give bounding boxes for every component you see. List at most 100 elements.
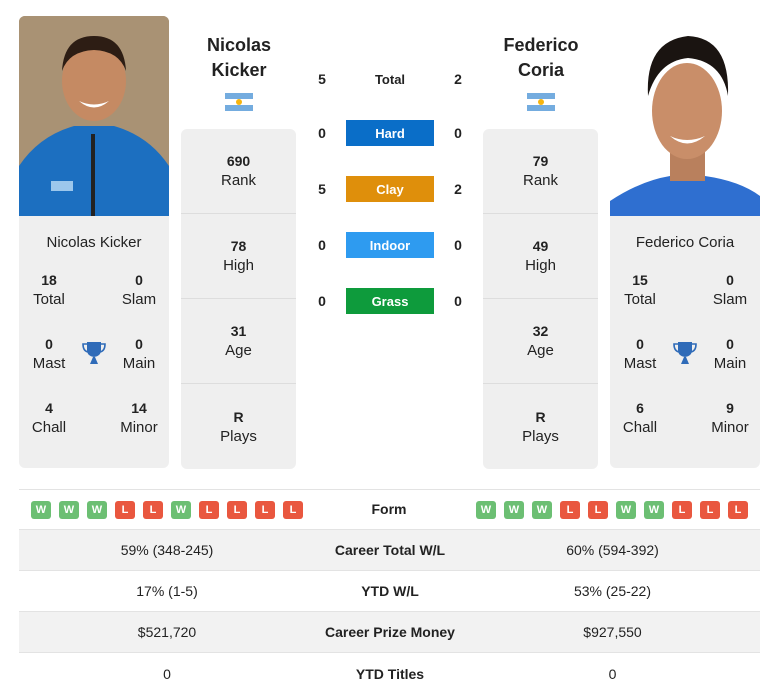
- player2-titles-main: 0 Main: [713, 336, 747, 372]
- comparison-label: YTD W/L: [361, 583, 419, 599]
- player1-titles-mast: 0 Mast: [32, 336, 66, 372]
- form-win-badge[interactable]: W: [644, 501, 664, 519]
- player2-stats: 79 Rank 49 High 32 Age R Plays: [483, 129, 598, 469]
- h2h-clay-row: 5 Clay 2: [310, 176, 470, 202]
- player2-value: 60% (594-392): [566, 542, 659, 558]
- comparison-row: 59% (348-245) Career Total W/L 60% (594-39…: [19, 530, 760, 571]
- player2-titles-total: 15 Total: [624, 272, 656, 308]
- player1-full-name[interactable]: Nicolas Kicker: [19, 234, 169, 254]
- surface-badge-indoor[interactable]: Indoor: [346, 232, 434, 258]
- player1-first-name: Nicolas: [206, 35, 272, 55]
- form-win-badge[interactable]: W: [171, 501, 191, 519]
- comparison-row: 17% (1-5) YTD W/L 53% (25-22): [19, 571, 760, 612]
- h2h-indoor-row: 0 Indoor 0: [310, 232, 470, 258]
- trophy-icon: [79, 334, 109, 398]
- form-label: Form: [371, 501, 407, 517]
- player1-name-heading[interactable]: Nicolas Kicker: [179, 33, 299, 83]
- player1-titles: Nicolas Kicker 18 Total 0 Slam 0 Mast 0 Main…: [19, 216, 169, 468]
- surface-badge-clay[interactable]: Clay: [346, 176, 434, 202]
- form-win-badge[interactable]: W: [87, 501, 107, 519]
- comparison-label: YTD Titles: [355, 665, 425, 682]
- player2-age: 32 Age: [483, 299, 598, 384]
- player2-photo: [610, 16, 760, 216]
- player2-name-heading[interactable]: Federico Coria: [481, 33, 601, 83]
- h2h-grass-row: 0 Grass 0: [310, 288, 470, 314]
- form-loss-badge[interactable]: L: [700, 501, 720, 519]
- player2-form: WWWLLWWLLL: [476, 501, 748, 519]
- player2-value: 0: [608, 665, 617, 682]
- player1-titles-total: 18 Total: [33, 272, 65, 308]
- form-loss-badge[interactable]: L: [227, 501, 247, 519]
- player1-titles-main: 0 Main: [122, 336, 156, 372]
- form-row: WWWLLWLLLL Form WWWLLWWLLL: [19, 489, 760, 530]
- h2h-surface-p1: 5: [318, 181, 326, 197]
- trophy-icon: [670, 334, 700, 398]
- player1-photo: [19, 16, 169, 216]
- form-win-badge[interactable]: W: [476, 501, 496, 519]
- player1-portrait: [19, 16, 169, 216]
- player2-portrait: [610, 16, 760, 216]
- form-loss-badge[interactable]: L: [560, 501, 580, 519]
- form-loss-badge[interactable]: L: [199, 501, 219, 519]
- player2-value: 53% (25-22): [573, 583, 652, 599]
- comparison-label: Career Total W/L: [334, 542, 446, 558]
- surface-badge-grass[interactable]: Grass: [346, 288, 434, 314]
- argentina-flag-icon: [225, 93, 253, 111]
- player2-full-name[interactable]: Federico Coria: [610, 234, 760, 254]
- comparison-label: Career Prize Money: [325, 624, 455, 640]
- player1-value: $521,720: [137, 624, 197, 640]
- comparison-row: $521,720 Career Prize Money $927,550: [19, 612, 760, 653]
- player2-titles-slam: 0 Slam: [712, 272, 748, 308]
- argentina-flag-icon: [527, 93, 555, 111]
- player2-value: $927,550: [583, 624, 642, 640]
- player1-age: 31 Age: [181, 299, 296, 384]
- player1-last-name: Kicker: [211, 60, 267, 80]
- surface-badge-hard[interactable]: Hard: [346, 120, 434, 146]
- player2-high: 49 High: [483, 214, 598, 299]
- player1-form: WWWLLWLLLL: [31, 501, 303, 519]
- h2h-surface-p1: 0: [318, 293, 326, 309]
- h2h-surface-p2: 0: [454, 293, 462, 309]
- player2-titles-minor: 9 Minor: [711, 400, 749, 436]
- h2h-total-p2: 2: [454, 71, 462, 87]
- form-loss-badge[interactable]: L: [255, 501, 275, 519]
- form-win-badge[interactable]: W: [59, 501, 79, 519]
- comparison-row: 0 YTD Titles 0: [19, 653, 760, 694]
- form-loss-badge[interactable]: L: [728, 501, 748, 519]
- form-loss-badge[interactable]: L: [672, 501, 692, 519]
- h2h-surface-p2: 0: [454, 237, 462, 253]
- player2-last-name: Coria: [517, 60, 564, 80]
- player1-titles-minor: 14 Minor: [120, 400, 158, 436]
- player1-stats: 690 Rank 78 High 31 Age R Plays: [181, 129, 296, 469]
- player1-high: 78 High: [181, 214, 296, 299]
- form-win-badge[interactable]: W: [616, 501, 636, 519]
- h2h-surface-p1: 0: [318, 237, 326, 253]
- form-win-badge[interactable]: W: [31, 501, 51, 519]
- form-loss-badge[interactable]: L: [283, 501, 303, 519]
- h2h-total-row: 5 Total 2: [310, 66, 470, 92]
- player2-first-name: Federico: [503, 35, 579, 55]
- player2-plays: R Plays: [522, 408, 559, 445]
- player1-rank: 690 Rank: [181, 129, 296, 214]
- player2-titles: Federico Coria 15 Total 0 Slam 0 Mast 0 Main…: [610, 216, 760, 468]
- form-win-badge[interactable]: W: [504, 501, 524, 519]
- h2h-surface-p1: 0: [318, 125, 326, 141]
- form-win-badge[interactable]: W: [532, 501, 552, 519]
- player1-value: 59% (348-245): [120, 542, 214, 558]
- form-loss-badge[interactable]: L: [143, 501, 163, 519]
- player1-titles-chall: 4 Chall: [31, 400, 67, 436]
- h2h-surface-p2: 2: [454, 181, 462, 197]
- h2h-surface-p2: 0: [454, 125, 462, 141]
- player1-plays: R Plays: [220, 408, 257, 445]
- player2-titles-mast: 0 Mast: [623, 336, 657, 372]
- form-loss-badge[interactable]: L: [588, 501, 608, 519]
- player2-rank: 79 Rank: [483, 129, 598, 214]
- player1-titles-slam: 0 Slam: [121, 272, 157, 308]
- player1-value: 17% (1-5): [136, 583, 198, 599]
- player2-titles-chall: 6 Chall: [622, 400, 658, 436]
- form-loss-badge[interactable]: L: [115, 501, 135, 519]
- player1-value: 0: [163, 665, 171, 682]
- h2h-hard-row: 0 Hard 0: [310, 120, 470, 146]
- h2h-total-p1: 5: [318, 71, 326, 87]
- h2h-total-label: Total: [374, 71, 406, 87]
